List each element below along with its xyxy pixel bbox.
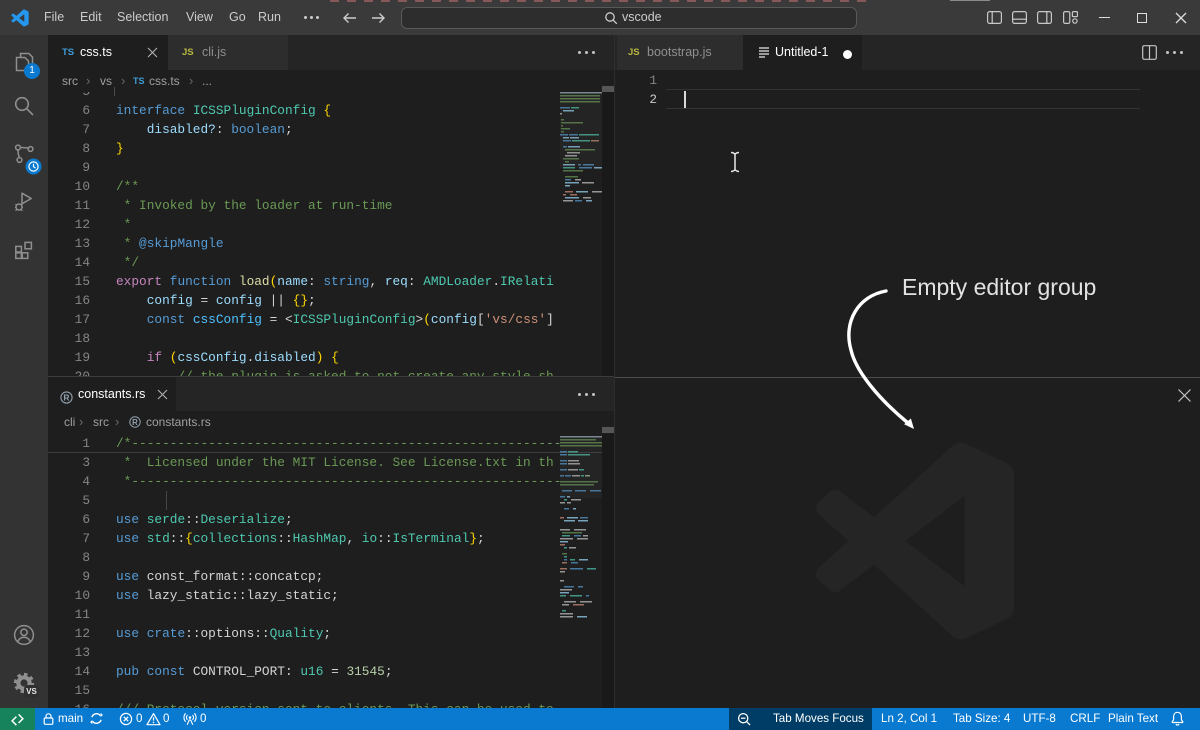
svg-text:R: R [63, 393, 69, 403]
svg-text:R: R [132, 418, 138, 427]
